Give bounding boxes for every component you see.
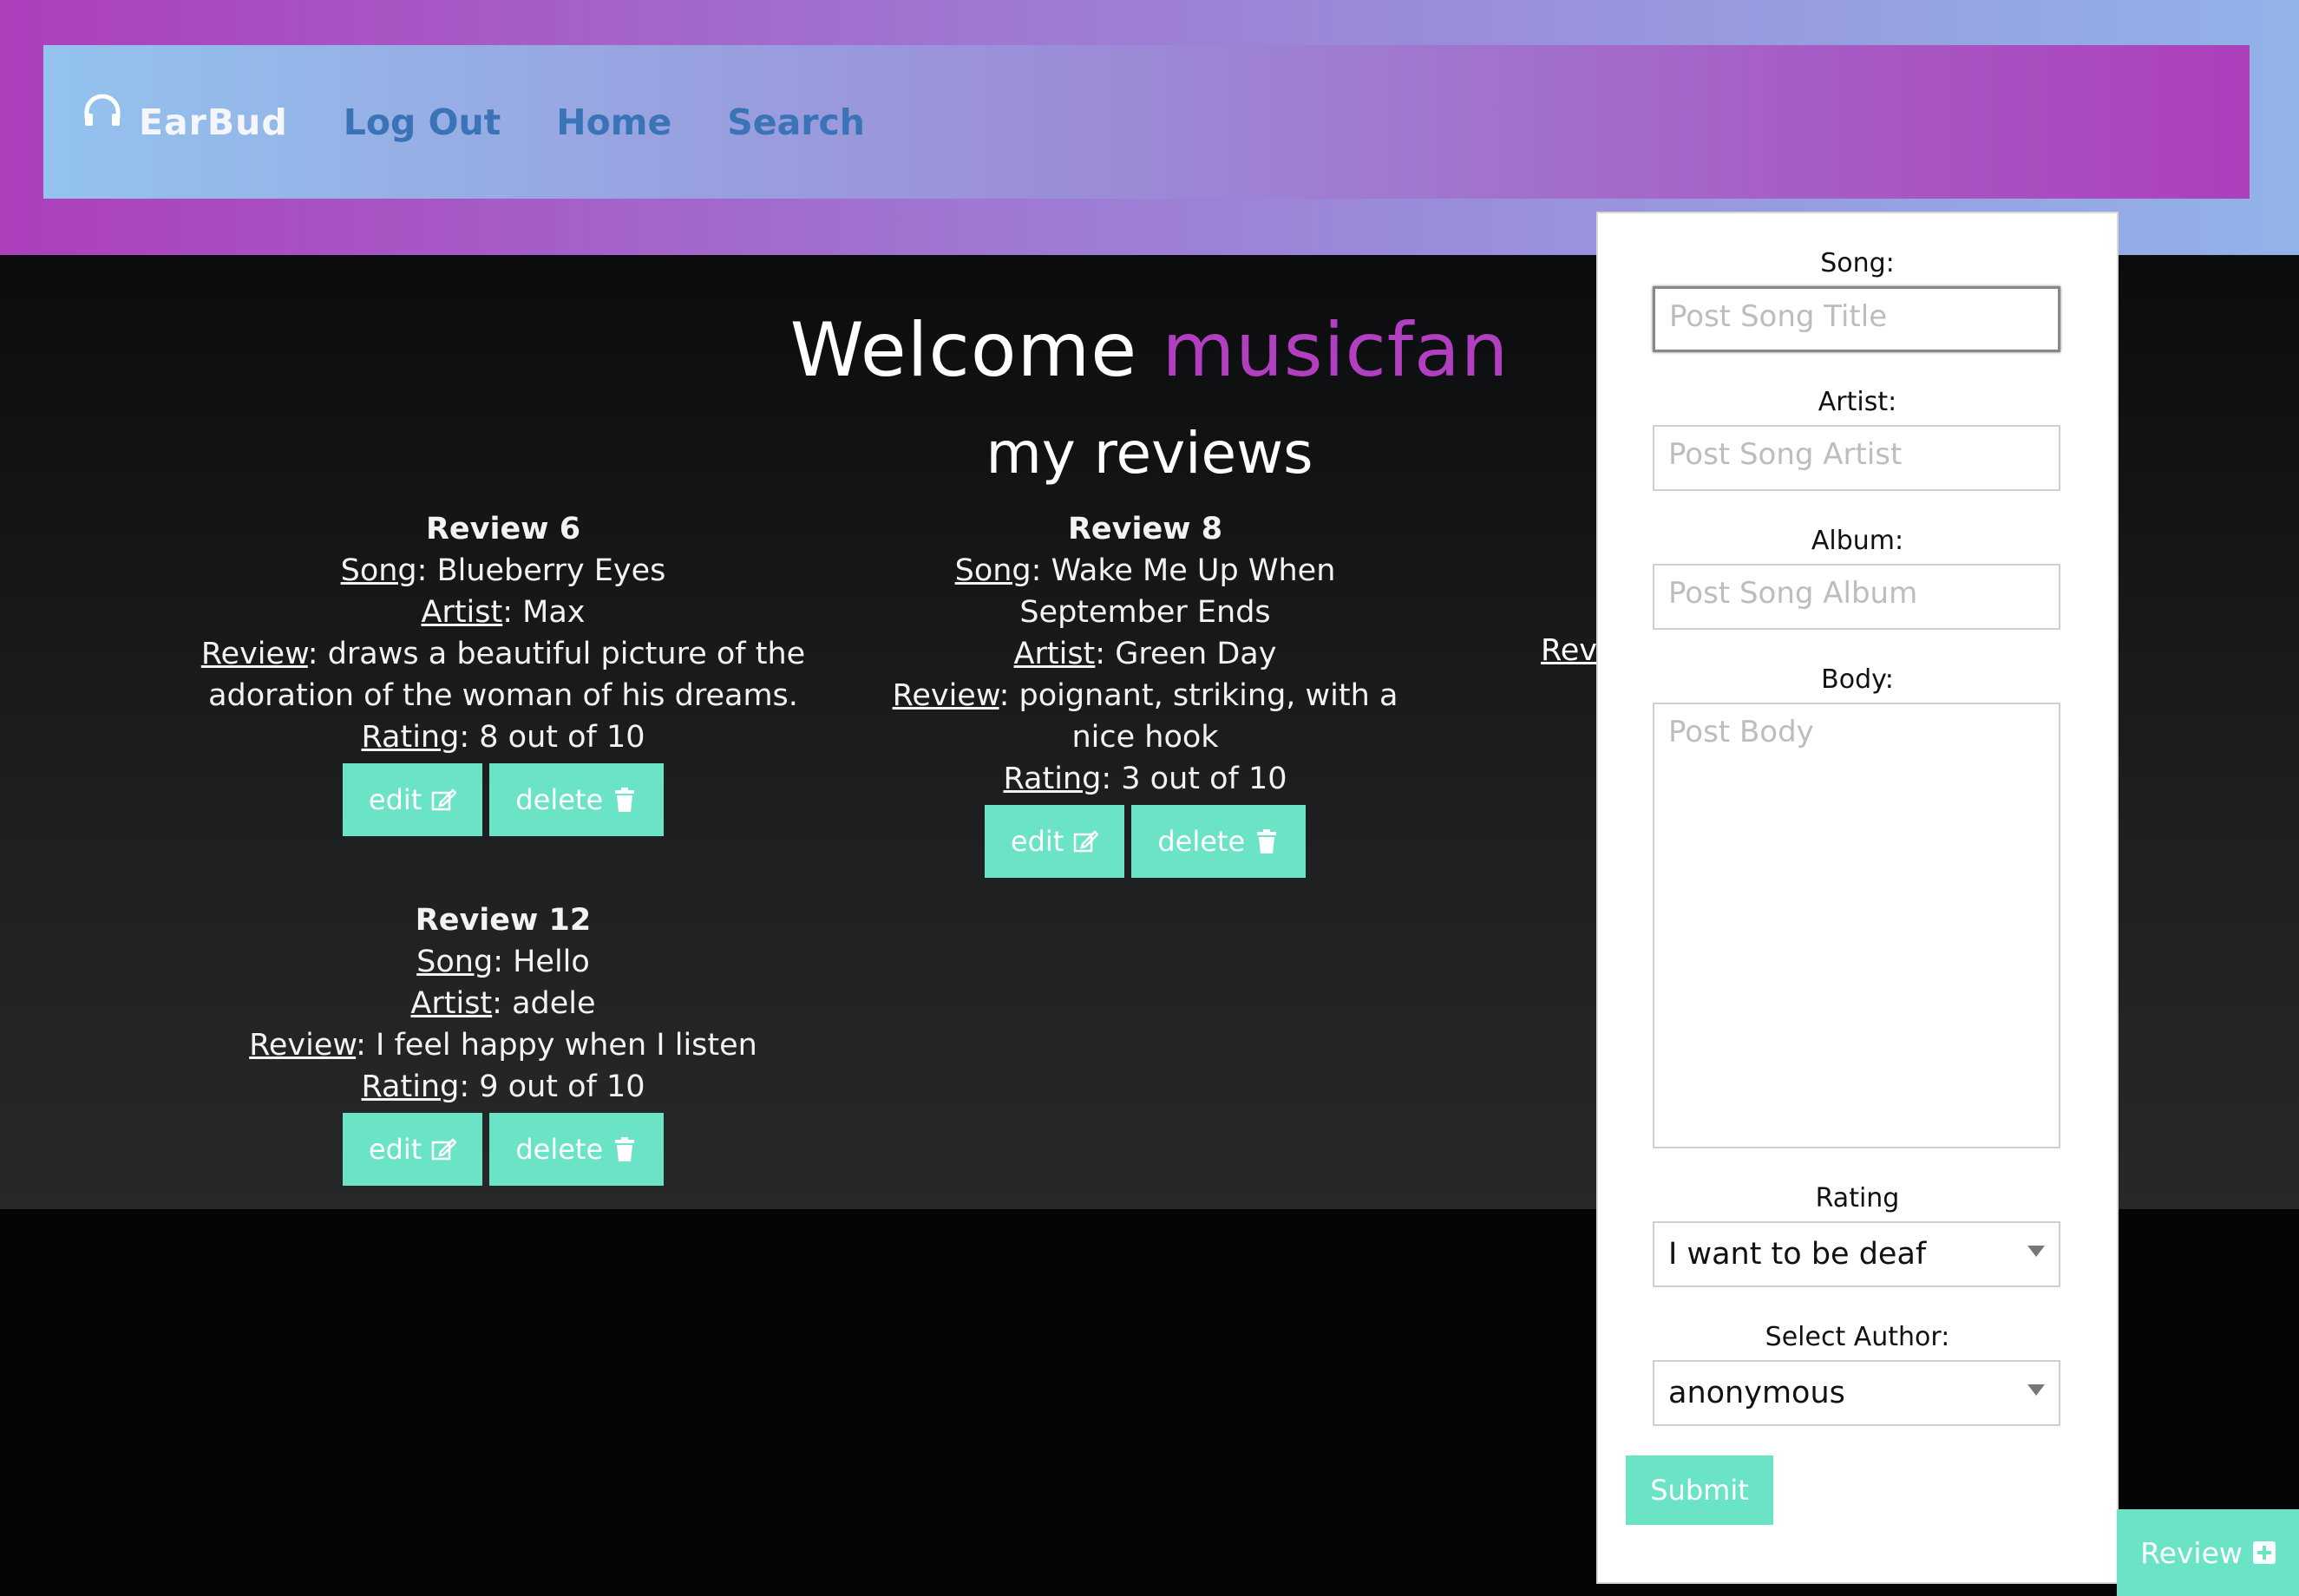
review-form-panel: Song: Post Song Title Artist: Post Song … (1596, 212, 2119, 1584)
review-card: Review 8 Song: Wake Me Up When September… (815, 508, 1475, 878)
review-card: Review 12 Song: Hello Artist: adele Revi… (174, 899, 833, 1186)
chevron-down-icon (2027, 1246, 2045, 1257)
review-key: Review (249, 1028, 357, 1063)
song-key: Song (340, 553, 417, 588)
author-select-value: anonymous (1668, 1376, 1845, 1410)
edit-icon (432, 1138, 457, 1161)
album-label: Album: (1811, 526, 1904, 556)
rating-select[interactable]: I want to be deaf (1653, 1221, 2060, 1287)
edit-button[interactable]: edit (984, 805, 1125, 878)
trash-icon (615, 1137, 635, 1161)
edit-label: edit (368, 783, 422, 816)
plus-square-icon (2252, 1541, 2276, 1564)
brand[interactable]: EarBud (83, 94, 288, 143)
chevron-down-icon (2027, 1384, 2045, 1396)
edit-icon (1074, 830, 1099, 853)
edit-label: edit (368, 1133, 422, 1166)
headphones-icon (84, 94, 121, 126)
partial-review-label: Rev (1541, 633, 1597, 668)
navbar: EarBud Log Out Home Search (43, 45, 2250, 199)
nav-search-link[interactable]: Search (727, 101, 865, 143)
delete-button[interactable]: delete (489, 763, 665, 836)
nav-logout-link[interactable]: Log Out (344, 101, 501, 143)
artist-value: adele (512, 986, 596, 1021)
song-input[interactable]: Post Song Title (1653, 286, 2060, 352)
review-key: Review (200, 637, 308, 671)
rating-value: 3 out of 10 (1121, 762, 1287, 796)
review-card: Review 6 Song: Blueberry Eyes Artist: Ma… (174, 508, 833, 836)
song-value: Wake Me Up When September Ends (1019, 553, 1336, 630)
song-key: Song (416, 945, 494, 979)
trash-icon (615, 788, 635, 812)
album-input[interactable]: Post Song Album (1653, 564, 2060, 630)
review-value: poignant, striking, with a nice hook (1019, 678, 1398, 755)
delete-button[interactable]: delete (489, 1113, 665, 1186)
rating-select-value: I want to be deaf (1668, 1237, 1927, 1272)
song-value: Blueberry Eyes (436, 553, 666, 588)
artist-label: Artist: (1818, 387, 1897, 417)
edit-button[interactable]: edit (342, 1113, 483, 1186)
artist-value: Max (522, 595, 586, 630)
review-title: Review 6 (425, 512, 581, 546)
welcome-prefix: Welcome (789, 307, 1138, 394)
delete-label: delete (515, 783, 604, 816)
brand-name: EarBud (139, 101, 288, 143)
body-label: Body: (1821, 664, 1894, 695)
author-label: Select Author: (1765, 1322, 1950, 1352)
edit-button[interactable]: edit (342, 763, 483, 836)
song-label: Song: (1820, 248, 1895, 278)
artist-input[interactable]: Post Song Artist (1653, 425, 2060, 491)
review-toggle-label: Review (2140, 1535, 2243, 1570)
submit-button[interactable]: Submit (1626, 1455, 1773, 1525)
artist-value: Green Day (1115, 637, 1277, 671)
rating-label: Rating (1815, 1183, 1900, 1213)
edit-icon (432, 788, 457, 811)
song-value: Hello (513, 945, 590, 979)
review-toggle-button[interactable]: Review (2117, 1509, 2299, 1596)
review-title: Review 12 (415, 903, 592, 938)
body-textarea[interactable]: Post Body (1653, 703, 2060, 1148)
rating-key: Rating (1003, 762, 1102, 796)
rating-key: Rating (361, 720, 460, 755)
rating-value: 8 out of 10 (479, 720, 645, 755)
artist-key: Artist (421, 595, 503, 630)
rating-key: Rating (361, 1069, 460, 1104)
artist-key: Artist (1013, 637, 1096, 671)
review-value: I feel happy when I listen (376, 1028, 757, 1063)
author-select[interactable]: anonymous (1653, 1360, 2060, 1426)
song-key: Song (954, 553, 1032, 588)
delete-label: delete (1157, 825, 1246, 858)
review-key: Review (892, 678, 999, 713)
edit-label: edit (1010, 825, 1064, 858)
nav-home-link[interactable]: Home (556, 101, 671, 143)
trash-icon (1257, 829, 1277, 854)
delete-label: delete (515, 1133, 604, 1166)
delete-button[interactable]: delete (1131, 805, 1307, 878)
welcome-username: musicfan (1162, 307, 1510, 394)
review-title: Review 8 (1067, 512, 1223, 546)
rating-value: 9 out of 10 (479, 1069, 645, 1104)
artist-key: Artist (410, 986, 493, 1021)
